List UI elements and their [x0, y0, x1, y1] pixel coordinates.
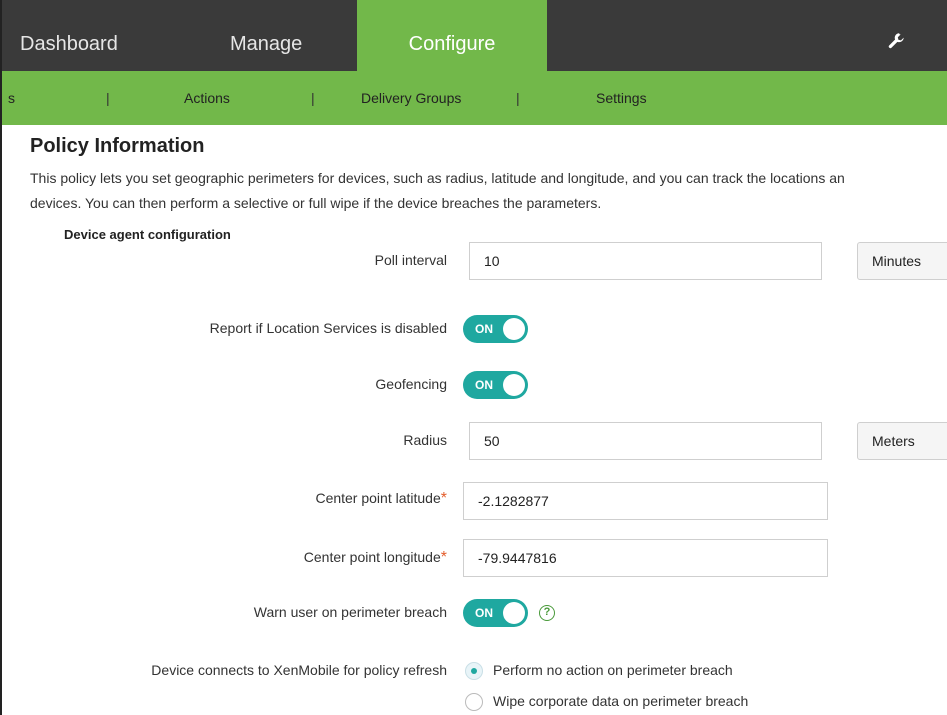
poll-interval-unit-select[interactable]: Minutes [857, 242, 947, 280]
longitude-label: Center point longitude* [304, 549, 447, 567]
warn-user-toggle[interactable]: ON [463, 599, 528, 627]
radius-input[interactable]: 50 [469, 422, 822, 460]
description-line-2: devices. You can then perform a selectiv… [30, 195, 602, 211]
subnav-item-truncated[interactable]: s [8, 71, 15, 125]
latitude-label-text: Center point latitude [315, 490, 441, 506]
policy-refresh-label: Device connects to XenMobile for policy … [151, 662, 447, 678]
page-description: This policy lets you set geographic peri… [30, 166, 947, 216]
longitude-label-text: Center point longitude [303, 549, 441, 565]
help-icon[interactable]: ? [539, 605, 555, 621]
tab-configure[interactable]: Configure [357, 0, 547, 71]
subnav-item-settings[interactable]: Settings [596, 71, 647, 125]
toggle-knob [503, 374, 525, 396]
subnav-item-actions[interactable]: Actions [184, 71, 230, 125]
tab-manage[interactable]: Manage [230, 0, 302, 71]
poll-interval-label: Poll interval [374, 252, 447, 268]
toggle-knob [503, 318, 525, 340]
radio-no-action-label[interactable]: Perform no action on perimeter breach [493, 662, 733, 678]
subnav-separator: | [106, 90, 110, 106]
latitude-label: Center point latitude* [315, 490, 447, 508]
report-location-label: Report if Location Services is disabled [209, 320, 447, 336]
sub-nav: s | Actions | Delivery Groups | Settings [0, 71, 947, 125]
toggle-state-text: ON [475, 606, 493, 620]
required-marker: * [440, 490, 447, 507]
tab-dashboard[interactable]: Dashboard [20, 0, 118, 71]
geofencing-label: Geofencing [375, 376, 447, 392]
policy-form: Policy Information This policy lets you … [0, 125, 947, 715]
radio-no-action[interactable] [465, 662, 483, 680]
description-line-1: This policy lets you set geographic peri… [30, 170, 845, 186]
longitude-input[interactable]: -79.9447816 [463, 539, 828, 577]
warn-user-label: Warn user on perimeter breach [253, 604, 447, 620]
report-location-toggle[interactable]: ON [463, 315, 528, 343]
subnav-item-delivery-groups[interactable]: Delivery Groups [361, 71, 461, 125]
subnav-separator: | [516, 90, 520, 106]
toggle-knob [503, 602, 525, 624]
radius-label: Radius [403, 432, 447, 448]
section-heading: Device agent configuration [64, 227, 231, 242]
radio-wipe-data-label[interactable]: Wipe corporate data on perimeter breach [493, 693, 748, 709]
toggle-state-text: ON [475, 322, 493, 336]
toggle-state-text: ON [475, 378, 493, 392]
wrench-icon[interactable] [886, 30, 908, 52]
required-marker: * [440, 549, 447, 566]
geofencing-toggle[interactable]: ON [463, 371, 528, 399]
subnav-separator: | [311, 90, 315, 106]
page-title: Policy Information [30, 135, 205, 157]
poll-interval-input[interactable]: 10 [469, 242, 822, 280]
radio-wipe-data[interactable] [465, 693, 483, 711]
radius-unit-select[interactable]: Meters [857, 422, 947, 460]
top-nav: Dashboard Manage Configure [0, 0, 947, 71]
latitude-input[interactable]: -2.1282877 [463, 482, 828, 520]
